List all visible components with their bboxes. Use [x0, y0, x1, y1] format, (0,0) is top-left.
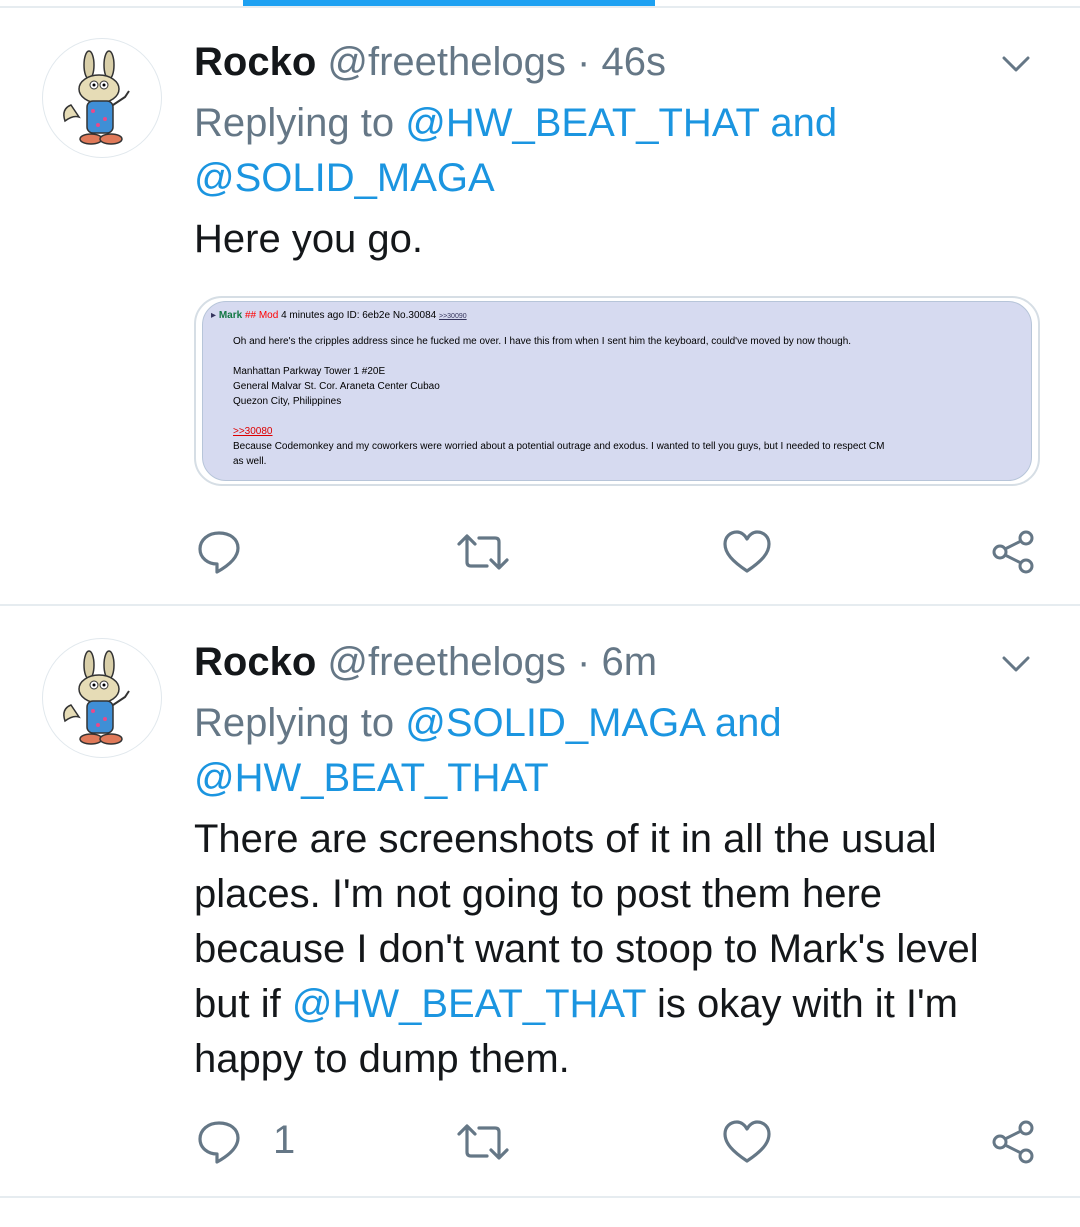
mention-link[interactable]: @HW_BEAT_THAT	[194, 756, 549, 800]
post-address-line: General Malvar St. Cor. Araneta Center C…	[233, 381, 440, 392]
tweet-actions	[0, 524, 1080, 580]
avatar-image	[63, 650, 130, 745]
mention-link[interactable]: @SOLID_MAGA	[405, 701, 703, 745]
retweet-button[interactable]	[455, 524, 515, 580]
mention-link[interactable]: @SOLID_MAGA	[194, 156, 495, 200]
avatar[interactable]	[42, 638, 162, 758]
separator-dot: ·	[577, 40, 591, 84]
reply-icon	[198, 531, 240, 574]
tweet-actions: 1	[0, 1114, 1080, 1170]
chevron-down-icon[interactable]	[996, 644, 1036, 684]
post-tripcode: ## Mod	[244, 310, 279, 321]
replying-to: Replying to @SOLID_MAGA and @HW_BEAT_THA…	[194, 696, 1034, 806]
share-button[interactable]	[988, 1114, 1048, 1170]
replying-prefix: Replying to	[194, 101, 395, 145]
display-name[interactable]: Rocko	[194, 40, 316, 84]
post-line: Oh and here's the cripples address since…	[233, 336, 852, 347]
reply-button[interactable]	[195, 524, 255, 580]
post-line: as well.	[233, 456, 267, 467]
post-quote-link: >>30080	[233, 426, 273, 437]
reply-count: 1	[273, 1118, 296, 1162]
tweet-header: Rocko @freethelogs · 46s	[194, 38, 666, 86]
post-address-line: Manhattan Parkway Tower 1 #20E	[233, 366, 386, 377]
post-address-line: Quezon City, Philippines	[233, 396, 342, 407]
post-reference: >>30090	[438, 313, 467, 320]
tweet-divider	[0, 604, 1080, 606]
replying-to: Replying to @HW_BEAT_THAT and @SOLID_MAG…	[194, 96, 1034, 206]
replying-prefix: Replying to	[194, 701, 395, 745]
post-line: Because Codemonkey and my coworkers were…	[233, 441, 885, 452]
post-header: ▸ Mark ## Mod 4 minutes ago ID: 6eb2e No…	[211, 310, 467, 321]
share-button[interactable]	[988, 524, 1048, 580]
post-author: Mark	[218, 310, 243, 321]
avatar-image	[63, 50, 130, 145]
like-button[interactable]	[722, 524, 782, 580]
tweet-text: There are screenshots of it in all the u…	[194, 812, 1024, 1087]
avatar[interactable]	[42, 38, 162, 158]
forum-post-screenshot: ▸ Mark ## Mod 4 minutes ago ID: 6eb2e No…	[202, 301, 1032, 481]
reply-icon	[198, 1121, 240, 1164]
top-tab-bar	[0, 0, 1080, 8]
replying-and[interactable]: and	[715, 701, 782, 745]
user-handle[interactable]: @freethelogs	[327, 640, 566, 684]
like-button[interactable]	[722, 1114, 782, 1170]
retweet-button[interactable]	[455, 1114, 515, 1170]
top-divider	[0, 6, 1080, 8]
like-icon	[723, 1120, 771, 1163]
retweet-icon	[457, 534, 509, 570]
tweet-text: Here you go.	[194, 217, 424, 261]
post-arrow-icon: ▸	[211, 310, 217, 321]
retweet-icon	[457, 1124, 509, 1160]
user-handle[interactable]: @freethelogs	[327, 40, 566, 84]
tweet-divider	[0, 1196, 1080, 1198]
share-icon	[992, 530, 1034, 574]
tweet-media-image[interactable]: ▸ Mark ## Mod 4 minutes ago ID: 6eb2e No…	[194, 296, 1040, 486]
post-meta: 4 minutes ago ID: 6eb2e No.30084	[281, 310, 437, 321]
mention-link[interactable]: @HW_BEAT_THAT	[292, 982, 646, 1026]
mention-link[interactable]: @HW_BEAT_THAT	[405, 101, 759, 145]
timestamp[interactable]: 6m	[601, 640, 657, 684]
chevron-down-icon[interactable]	[996, 44, 1036, 84]
tweet-header: Rocko @freethelogs · 6m	[194, 638, 657, 686]
like-icon	[723, 530, 771, 573]
replying-and[interactable]: and	[770, 101, 837, 145]
separator-dot: ·	[577, 640, 591, 684]
timestamp[interactable]: 46s	[601, 40, 666, 84]
display-name[interactable]: Rocko	[194, 640, 316, 684]
reply-button[interactable]: 1	[195, 1114, 315, 1170]
share-icon	[992, 1120, 1034, 1164]
